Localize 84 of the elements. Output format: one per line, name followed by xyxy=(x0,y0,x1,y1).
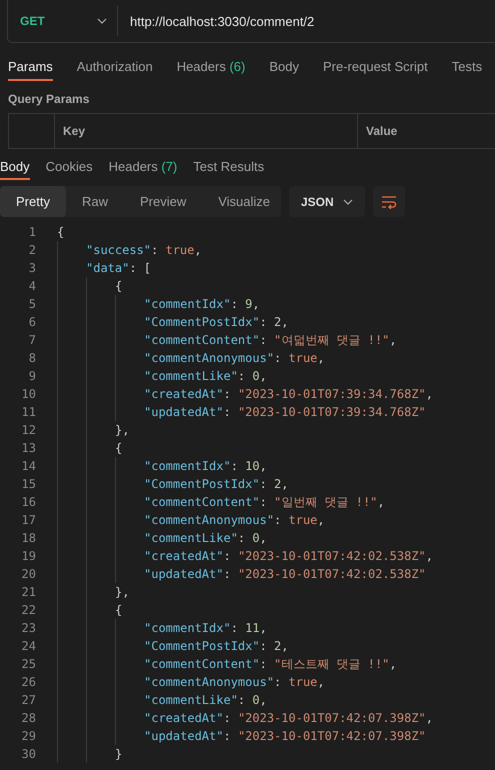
code-line: "success": true, xyxy=(86,243,202,257)
request-tab[interactable]: Params xyxy=(8,53,53,81)
section-title: Query Params xyxy=(8,92,90,108)
code-line: "commentAnonymous": true, xyxy=(144,513,325,527)
view-mode-tab[interactable]: Pretty xyxy=(0,186,66,217)
line-number: 2 xyxy=(28,243,36,257)
line-number: 27 xyxy=(20,693,36,707)
code-line: "commentAnonymous": true, xyxy=(144,351,325,365)
request-tab[interactable]: Pre-request Script xyxy=(322,53,428,81)
line-number: 24 xyxy=(20,639,36,653)
line-number: 16 xyxy=(20,495,36,509)
line-number: 20 xyxy=(20,567,36,581)
chevron-down-icon xyxy=(97,18,107,24)
code-line: { xyxy=(115,603,122,617)
view-mode-tab[interactable]: Preview xyxy=(124,186,202,217)
code-line: "CommentPostIdx": 2, xyxy=(144,315,289,329)
line-number: 13 xyxy=(20,441,36,455)
line-number: 26 xyxy=(20,675,36,689)
line-number: 12 xyxy=(20,423,36,437)
line-number: 5 xyxy=(28,297,36,311)
code-line: "commentAnonymous": true, xyxy=(144,675,325,689)
response-tab[interactable]: Headers (7) xyxy=(108,150,178,180)
method-dropdown[interactable]: GET xyxy=(8,6,118,36)
code-line: { xyxy=(115,441,122,455)
code-line: "data": [ xyxy=(86,261,152,275)
view-mode-tab[interactable]: Visualize xyxy=(202,186,286,217)
line-number: 19 xyxy=(20,549,36,563)
line-number: 8 xyxy=(28,351,36,365)
view-mode-tab[interactable]: Raw xyxy=(66,186,124,217)
column-header: Key xyxy=(55,114,358,148)
code-line: "CommentPostIdx": 2, xyxy=(144,477,289,491)
code-line: "commentIdx": 11, xyxy=(144,621,267,635)
code-line: "createdAt": "2023-10-01T07:42:02.538Z", xyxy=(144,549,434,563)
code-line: { xyxy=(57,225,64,239)
code-line: "commentLike": 0, xyxy=(144,531,267,545)
line-number: 11 xyxy=(20,405,36,419)
code-line: }, xyxy=(115,585,130,599)
code-line: }, xyxy=(115,423,130,437)
line-number: 21 xyxy=(20,585,36,599)
code-line: "commentContent": "여덟번째 댓글 !!", xyxy=(144,332,397,348)
request-tab[interactable]: Authorization xyxy=(76,53,153,81)
code-line: "createdAt": "2023-10-01T07:42:07.398Z", xyxy=(144,711,434,725)
response-tab[interactable]: Body xyxy=(0,150,30,180)
code-line: "commentIdx": 9, xyxy=(144,297,260,311)
line-number: 18 xyxy=(20,531,36,545)
code-line: "commentLike": 0, xyxy=(144,369,267,383)
request-tab[interactable]: Headers (6) xyxy=(176,53,246,81)
format-dropdown[interactable]: JSON xyxy=(289,186,365,217)
line-number: 28 xyxy=(20,711,36,725)
code-line: "createdAt": "2023-10-01T07:39:34.768Z", xyxy=(144,387,434,401)
line-number: 6 xyxy=(28,315,36,329)
line-number: 23 xyxy=(20,621,36,635)
column-header: Value xyxy=(365,123,398,140)
line-number: 29 xyxy=(20,729,36,743)
line-number: 14 xyxy=(20,459,36,473)
line-number: 15 xyxy=(20,477,36,491)
code-line: "updatedAt": "2023-10-01T07:42:07.398Z" xyxy=(144,729,426,743)
url-field[interactable]: http://localhost:3030/comment/2 xyxy=(118,14,495,28)
chevron-down-icon xyxy=(343,198,353,204)
code-line: "updatedAt": "2023-10-01T07:42:02.538Z" xyxy=(144,567,426,581)
line-number: 22 xyxy=(20,603,36,617)
request-tab[interactable]: Tests xyxy=(452,53,482,81)
line-number: 4 xyxy=(28,279,36,293)
line-number: 17 xyxy=(20,513,36,527)
code-line: "CommentPostIdx": 2, xyxy=(144,639,289,653)
code-line: } xyxy=(115,747,122,761)
wrap-lines-icon xyxy=(381,194,397,208)
line-number: 3 xyxy=(28,261,36,275)
response-tab[interactable]: Cookies xyxy=(46,150,93,180)
response-tab[interactable]: Test Results xyxy=(193,150,264,180)
code-line: "commentContent": "테스트째 댓글 !!", xyxy=(144,656,397,672)
line-number: 10 xyxy=(20,387,36,401)
code-line: "commentContent": "일번째 댓글 !!", xyxy=(144,494,385,510)
code-line: "commentLike": 0, xyxy=(144,693,267,707)
wrap-lines-button[interactable] xyxy=(373,186,405,217)
request-tab[interactable]: Body xyxy=(269,53,299,81)
line-number: 30 xyxy=(20,747,36,761)
code-line: { xyxy=(115,279,122,293)
code-line: "commentIdx": 10, xyxy=(144,459,267,473)
line-number: 9 xyxy=(28,369,36,383)
line-number: 1 xyxy=(28,225,36,239)
line-number: 7 xyxy=(28,333,36,347)
line-number: 25 xyxy=(20,657,36,671)
code-line: "updatedAt": "2023-10-01T07:39:34.768Z" xyxy=(144,405,426,419)
